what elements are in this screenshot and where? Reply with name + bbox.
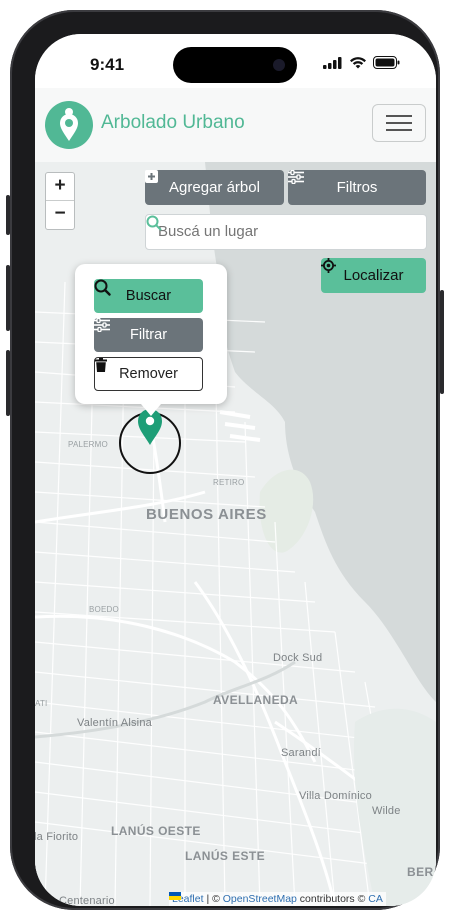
volume-up-button — [6, 265, 10, 331]
magnifier-icon — [94, 279, 111, 296]
attribution-separator: | © — [203, 893, 223, 905]
map-label-retiro: RETIRO — [213, 478, 245, 487]
hamburger-line — [386, 122, 412, 124]
tree-pin-icon[interactable] — [45, 101, 93, 149]
search-icon[interactable] — [146, 215, 162, 231]
status-time: 9:41 — [90, 55, 125, 74]
locate-button[interactable]: Localizar — [321, 258, 426, 293]
popup-search-label: Buscar — [125, 288, 172, 304]
map-label-lanus-este: LANÚS ESTE — [185, 849, 266, 863]
map-view[interactable]: PALERMO RETIRO BUENOS AIRES BOEDO Dock S… — [35, 162, 436, 906]
map-label-ati: ATI — [35, 699, 48, 708]
camera-icon — [273, 59, 285, 71]
sliders-icon — [288, 170, 304, 184]
app-title[interactable]: Arbolado Urbano — [101, 112, 245, 134]
ukraine-flag-icon — [169, 892, 181, 900]
filters-button[interactable]: Filtros — [288, 170, 426, 205]
wifi-icon — [350, 57, 366, 69]
volume-down-button — [6, 350, 10, 416]
map-label-boedo: BOEDO — [89, 605, 119, 614]
popup-filter-label: Filtrar — [129, 327, 168, 343]
map-label-buenos-aires: BUENOS AIRES — [146, 506, 267, 523]
map-label-ber: BER — [407, 865, 434, 879]
plus-square-icon — [145, 170, 158, 183]
map-label-wilde: Wilde — [372, 805, 401, 817]
locate-label: Localizar — [343, 267, 404, 284]
map-label-lanus-oeste: LANÚS OESTE — [111, 824, 201, 838]
popup-remove-label: Remover — [119, 366, 178, 382]
map-label-avellaneda: AVELLANEDA — [213, 693, 299, 707]
zoom-control: + − — [45, 172, 75, 230]
app-navbar: Arbolado Urbano — [35, 88, 436, 163]
popup-search-button[interactable]: Buscar — [94, 279, 203, 313]
power-button — [440, 290, 444, 394]
popup-tip — [141, 404, 161, 416]
trash-icon — [95, 358, 107, 372]
map-label-palermo: PALERMO — [68, 440, 108, 449]
sliders-icon — [94, 318, 110, 332]
screen: 9:41 Arbolado Urbano PALERMO RETIRO BUEN… — [35, 34, 436, 906]
dynamic-island — [173, 47, 297, 83]
action-button — [6, 195, 10, 235]
place-search — [145, 214, 427, 250]
map-attribution: Leaflet | © OpenStreetMap contributors ©… — [169, 892, 386, 906]
osm-link[interactable]: OpenStreetMap — [223, 893, 297, 905]
popup-remove-button[interactable]: Remover — [94, 357, 203, 391]
map-label-centenario: Centenario — [59, 895, 115, 906]
map-label-valentin-alsina: Valentín Alsina — [77, 717, 152, 729]
crosshair-icon — [321, 258, 336, 273]
signal-icon — [323, 56, 342, 69]
status-icons — [323, 56, 400, 69]
hamburger-menu-button[interactable] — [372, 104, 426, 142]
popup-filter-button[interactable]: Filtrar — [94, 318, 203, 352]
hamburger-line — [386, 129, 412, 131]
map-label-la-fiorito: la Fiorito — [35, 831, 79, 843]
map-label-sarandi: Sarandí — [281, 747, 321, 759]
place-search-input[interactable] — [156, 222, 390, 241]
filters-label: Filtros — [336, 179, 378, 196]
add-tree-button[interactable]: Agregar árbol — [145, 170, 284, 205]
map-label-dock-sud: Dock Sud — [273, 652, 323, 664]
hamburger-icon — [386, 115, 412, 117]
add-tree-label: Agregar árbol — [169, 179, 260, 196]
marker-popup: Buscar Filtrar Remover — [75, 264, 227, 416]
carto-link[interactable]: CA — [368, 893, 383, 905]
zoom-in-button[interactable]: + — [46, 173, 74, 201]
attribution-contributors: contributors © — [296, 893, 369, 905]
phone-frame: 9:41 Arbolado Urbano PALERMO RETIRO BUEN… — [6, 10, 444, 910]
zoom-out-button[interactable]: − — [46, 201, 74, 228]
map-label-villa-dominico: Villa Domínico — [299, 790, 372, 802]
battery-icon — [373, 56, 400, 69]
status-bar: 9:41 — [35, 34, 436, 88]
